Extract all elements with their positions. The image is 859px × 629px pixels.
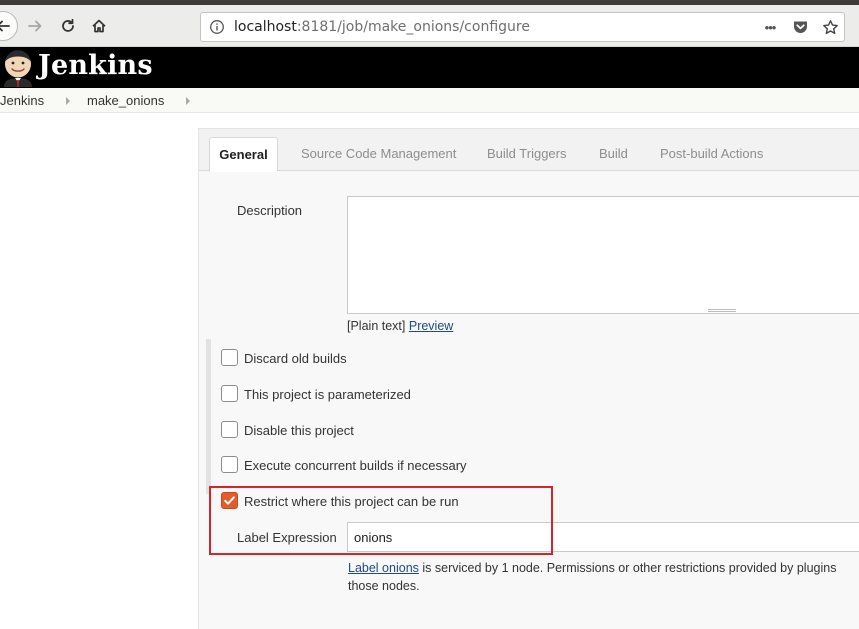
description-format: [Plain text] Preview bbox=[347, 319, 453, 333]
tab-general[interactable]: General bbox=[209, 137, 278, 172]
tab-source-code-management[interactable]: Source Code Management bbox=[301, 146, 456, 161]
page-actions-button[interactable]: ••• bbox=[760, 17, 780, 37]
concurrent-builds-checkbox[interactable] bbox=[221, 456, 238, 473]
tab-build-triggers[interactable]: Build Triggers bbox=[487, 146, 566, 161]
reload-button[interactable] bbox=[54, 12, 82, 40]
breadcrumb: Jenkins make_onions bbox=[0, 88, 859, 113]
label-onions-link[interactable]: Label onions bbox=[348, 561, 419, 575]
tab-build[interactable]: Build bbox=[599, 146, 628, 161]
pocket-button[interactable] bbox=[790, 17, 810, 37]
help-text-body: is serviced by 1 node. Permissions or ot… bbox=[418, 561, 837, 575]
preview-link[interactable]: Preview bbox=[409, 319, 453, 333]
breadcrumb-item-job[interactable]: make_onions bbox=[87, 93, 164, 108]
option-label: Disable this project bbox=[244, 423, 354, 438]
home-button[interactable] bbox=[85, 12, 113, 40]
label-expression-help: Label onions is serviced by 1 node. Perm… bbox=[348, 559, 859, 595]
reload-icon bbox=[62, 18, 74, 32]
url-host: localhost bbox=[234, 19, 297, 35]
job-config-panel: General Source Code Management Build Tri… bbox=[198, 128, 859, 629]
arrow-left-icon bbox=[0, 20, 10, 32]
tab-post-build-actions[interactable]: Post-build Actions bbox=[660, 146, 763, 161]
breadcrumb-item-jenkins[interactable]: Jenkins bbox=[0, 93, 44, 108]
more-icon: ••• bbox=[764, 19, 777, 35]
option-label: Execute concurrent builds if necessary bbox=[244, 458, 467, 473]
highlight-annotation bbox=[209, 486, 553, 555]
star-icon bbox=[822, 19, 838, 34]
config-tabbar: General Source Code Management Build Tri… bbox=[199, 129, 859, 172]
resize-handle[interactable] bbox=[708, 309, 736, 312]
browser-toolbar: localhost:8181/job/make_onions/configure… bbox=[0, 0, 859, 47]
jenkins-title[interactable]: Jenkins bbox=[38, 50, 153, 81]
jenkins-logo-icon[interactable] bbox=[0, 49, 36, 87]
disable-project-checkbox[interactable] bbox=[221, 421, 238, 438]
url-path: :8181/job/make_onions/configure bbox=[296, 19, 530, 35]
section-indicator bbox=[206, 339, 211, 494]
parameterized-checkbox[interactable] bbox=[221, 385, 238, 402]
chevron-right-icon[interactable] bbox=[66, 97, 70, 105]
back-button[interactable] bbox=[0, 11, 18, 41]
url-actions: ••• bbox=[760, 16, 840, 38]
description-label: Description bbox=[237, 203, 303, 218]
arrow-right-icon bbox=[28, 20, 42, 32]
window-titlebar bbox=[0, 0, 859, 5]
info-icon[interactable] bbox=[209, 19, 225, 35]
address-bar[interactable]: localhost:8181/job/make_onions/configure… bbox=[200, 12, 845, 42]
plain-text-note: [Plain text] bbox=[347, 319, 406, 333]
option-label: This project is parameterized bbox=[244, 387, 411, 402]
bookmark-button[interactable] bbox=[820, 17, 840, 37]
option-label: Discard old builds bbox=[244, 351, 347, 366]
pocket-icon bbox=[793, 21, 807, 33]
jenkins-header: Jenkins bbox=[0, 47, 859, 88]
discard-old-builds-checkbox[interactable] bbox=[221, 349, 238, 366]
description-textarea[interactable] bbox=[347, 196, 859, 314]
forward-button[interactable] bbox=[21, 12, 49, 40]
help-text-line2: those nodes. bbox=[348, 579, 420, 593]
home-icon bbox=[92, 19, 106, 33]
url-text: localhost:8181/job/make_onions/configure bbox=[234, 19, 530, 35]
chevron-right-icon[interactable] bbox=[186, 97, 190, 105]
